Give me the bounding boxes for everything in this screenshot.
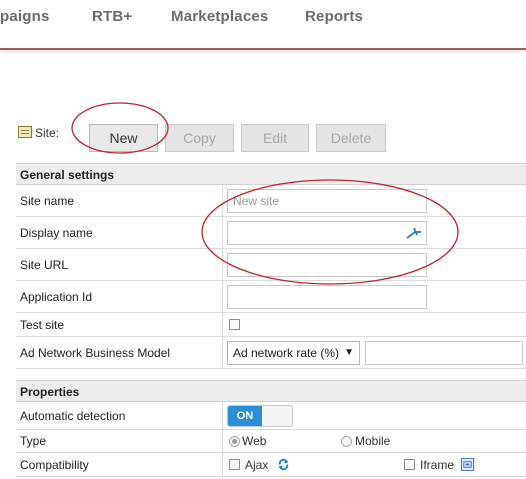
site-list-icon xyxy=(18,126,32,138)
site-name-row: Site name New site xyxy=(16,185,526,217)
copy-button[interactable]: Copy xyxy=(165,124,234,152)
type-mobile-label: Mobile xyxy=(355,434,391,448)
site-label: Site: xyxy=(35,126,60,140)
row-divider xyxy=(222,453,223,476)
type-row: Type Web Mobile xyxy=(16,430,526,453)
compatibility-label: Compatibility xyxy=(20,457,89,472)
display-name-input[interactable] xyxy=(227,221,427,245)
new-button[interactable]: New xyxy=(89,124,158,152)
iframe-checkbox[interactable] xyxy=(404,459,415,470)
site-name-input[interactable]: New site xyxy=(227,189,427,213)
tool-icon[interactable] xyxy=(406,226,422,240)
site-url-label: Site URL xyxy=(20,257,69,272)
ajax-label: Ajax xyxy=(245,458,269,472)
automatic-detection-row: Automatic detection ON xyxy=(16,402,526,430)
site-url-input[interactable] xyxy=(227,253,427,277)
properties-header: Properties xyxy=(16,380,526,402)
type-mobile-radio[interactable] xyxy=(341,436,352,447)
business-model-rate-input[interactable] xyxy=(365,341,523,365)
automatic-detection-label: Automatic detection xyxy=(20,408,126,423)
application-id-row: Application Id xyxy=(16,281,526,313)
test-site-checkbox[interactable] xyxy=(229,319,240,330)
site-toolbar: Site: New Copy Edit Delete xyxy=(0,122,526,154)
type-web-radio[interactable] xyxy=(229,436,240,447)
test-site-label: Test site xyxy=(20,317,65,332)
row-divider xyxy=(222,402,223,429)
nav-reports[interactable]: Reports xyxy=(305,8,363,25)
application-id-input[interactable] xyxy=(227,285,427,309)
general-settings-header: General settings xyxy=(16,163,526,185)
top-navigation: paigns RTB+ Marketplaces Reports xyxy=(0,0,526,50)
type-web-label: Web xyxy=(242,434,267,448)
row-divider xyxy=(222,337,223,368)
nav-rtb-plus[interactable]: RTB+ xyxy=(92,8,132,25)
automatic-detection-toggle[interactable]: ON xyxy=(227,405,293,427)
application-id-label: Application Id xyxy=(20,289,93,304)
iframe-icon xyxy=(461,458,474,471)
row-divider xyxy=(222,430,223,452)
business-model-row: Ad Network Business Model Ad network rat… xyxy=(16,337,526,369)
business-model-value: Ad network rate (%) xyxy=(233,346,340,360)
nav-campaigns[interactable]: paigns xyxy=(0,8,50,25)
business-model-label: Ad Network Business Model xyxy=(20,345,171,360)
test-site-row: Test site xyxy=(16,313,526,337)
ajax-checkbox[interactable] xyxy=(229,459,240,470)
display-name-label: Display name xyxy=(20,225,93,240)
site-url-row: Site URL xyxy=(16,249,526,281)
row-divider xyxy=(222,313,223,336)
edit-button[interactable]: Edit xyxy=(241,124,309,152)
compatibility-row: Compatibility Ajax Iframe xyxy=(16,453,526,477)
dropdown-arrow-icon: ▼ xyxy=(344,347,354,358)
toggle-on-label: ON xyxy=(228,406,262,426)
delete-button[interactable]: Delete xyxy=(316,124,386,152)
type-label: Type xyxy=(20,434,47,448)
refresh-icon xyxy=(278,458,289,471)
row-divider xyxy=(222,217,223,248)
nav-marketplaces[interactable]: Marketplaces xyxy=(171,8,268,25)
business-model-select[interactable]: Ad network rate (%) ▼ xyxy=(227,341,360,365)
row-divider xyxy=(222,281,223,312)
row-divider xyxy=(222,249,223,280)
iframe-label: Iframe xyxy=(420,458,455,472)
display-name-row: Display name xyxy=(16,217,526,249)
row-divider xyxy=(222,185,223,216)
site-name-label: Site name xyxy=(20,193,75,208)
